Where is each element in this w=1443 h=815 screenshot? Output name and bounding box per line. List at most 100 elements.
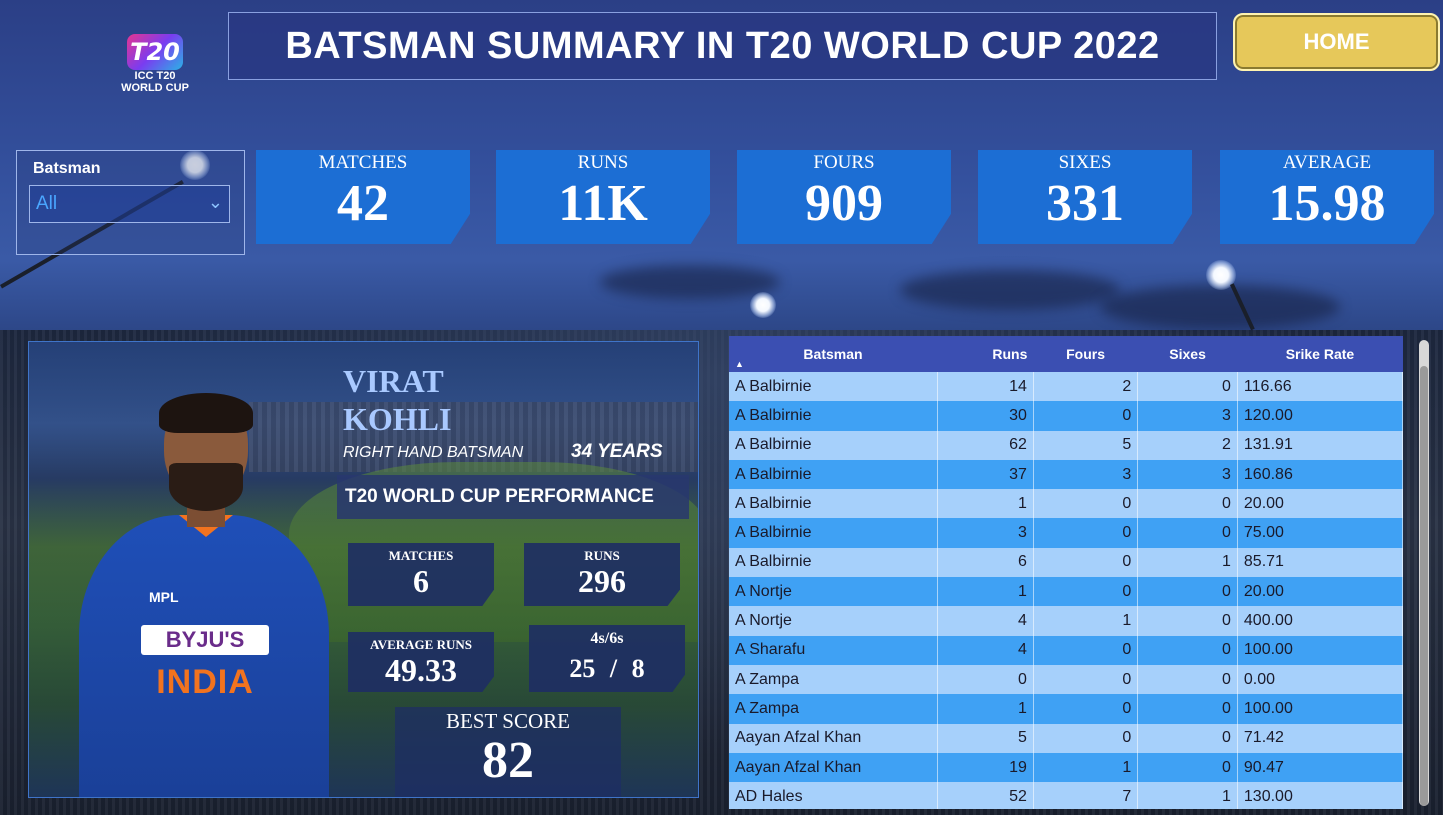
card-value: 6 bbox=[413, 563, 429, 599]
table-row[interactable]: A Balbirnie 37 3 3 160.86 bbox=[729, 459, 1403, 490]
player-role: RIGHT HAND BATSMAN bbox=[343, 444, 524, 461]
cell-sixes: 0 bbox=[1137, 723, 1238, 753]
table-row[interactable]: A Balbirnie 14 2 0 116.66 bbox=[729, 372, 1403, 402]
cell-sixes: 0 bbox=[1137, 577, 1238, 607]
col-header-sixes[interactable]: Sixes bbox=[1137, 336, 1238, 372]
table-row[interactable]: A Zampa 0 0 0 0.00 bbox=[729, 664, 1403, 695]
table-row[interactable]: A Nortje 4 1 0 400.00 bbox=[729, 606, 1403, 636]
card-value: 82 bbox=[482, 732, 534, 789]
cell-fours: 0 bbox=[1033, 401, 1139, 431]
cell-sixes: 0 bbox=[1137, 694, 1238, 724]
cell-fours: 0 bbox=[1033, 489, 1139, 519]
cloud bbox=[600, 265, 780, 299]
kpi-fours: FOURS 909 bbox=[737, 150, 951, 244]
kpi-value: 909 bbox=[805, 175, 883, 232]
player-profile-panel: MPL BYJU'S INDIA VIRAT KOHLI RIGHT HAND … bbox=[28, 341, 699, 798]
kpi-sixes: SIXES 331 bbox=[978, 150, 1192, 244]
cell-strike-rate: 130.00 bbox=[1237, 782, 1403, 809]
cell-sixes: 2 bbox=[1137, 430, 1238, 460]
col-header-runs[interactable]: Runs bbox=[937, 336, 1034, 372]
cell-strike-rate: 131.91 bbox=[1237, 430, 1403, 460]
card-label: AVERAGE RUNS bbox=[370, 637, 472, 652]
kpi-label: RUNS bbox=[577, 152, 629, 173]
cell-strike-rate: 0.00 bbox=[1237, 664, 1403, 695]
card-label: MATCHES bbox=[388, 548, 454, 563]
cell-fours: 0 bbox=[1033, 635, 1139, 665]
performance-heading: T20 WORLD CUP PERFORMANCE bbox=[337, 475, 689, 519]
kpi-label: AVERAGE bbox=[1282, 152, 1372, 173]
card-label: 4s/6s bbox=[590, 630, 624, 647]
table-row[interactable]: A Balbirnie 62 5 2 131.91 bbox=[729, 430, 1403, 460]
table-header-row: Batsman ▲ Runs Fours Sixes Srike Rate bbox=[729, 336, 1403, 372]
cell-fours: 0 bbox=[1033, 518, 1139, 548]
table-row[interactable]: A Balbirnie 30 0 3 120.00 bbox=[729, 401, 1403, 431]
table-row[interactable]: A Nortje 1 0 0 20.00 bbox=[729, 577, 1403, 607]
cell-runs: 52 bbox=[937, 782, 1034, 809]
card-label: RUNS bbox=[584, 548, 620, 563]
home-button[interactable]: HOME bbox=[1233, 13, 1440, 71]
cell-fours: 0 bbox=[1033, 694, 1139, 724]
col-header-strike-rate[interactable]: Srike Rate bbox=[1237, 336, 1403, 372]
cell-strike-rate: 71.42 bbox=[1237, 723, 1403, 753]
page-title: BATSMAN SUMMARY IN T20 WORLD CUP 2022 bbox=[285, 24, 1160, 67]
card-value: 49.33 bbox=[385, 652, 457, 688]
cell-strike-rate: 160.86 bbox=[1237, 459, 1403, 490]
fours-value: 25 bbox=[569, 654, 596, 683]
batsman-dropdown[interactable]: All ⌄ bbox=[29, 185, 230, 223]
jersey-sponsor: BYJU'S bbox=[141, 625, 269, 655]
cell-runs: 30 bbox=[937, 401, 1034, 431]
player-last-name: KOHLI bbox=[343, 401, 452, 437]
cell-runs: 62 bbox=[937, 430, 1034, 460]
cell-sixes: 0 bbox=[1137, 606, 1238, 636]
table-row[interactable]: A Balbirnie 6 0 1 85.71 bbox=[729, 547, 1403, 578]
cell-sixes: 0 bbox=[1137, 372, 1238, 402]
cell-runs: 4 bbox=[937, 635, 1034, 665]
cell-fours: 3 bbox=[1033, 459, 1139, 490]
cell-sixes: 0 bbox=[1137, 518, 1238, 548]
separator: / bbox=[609, 654, 618, 683]
cell-batsman: Aayan Afzal Khan bbox=[729, 723, 938, 753]
cell-sixes: 1 bbox=[1137, 782, 1238, 809]
cell-strike-rate: 400.00 bbox=[1237, 606, 1403, 636]
kpi-label: MATCHES bbox=[318, 152, 408, 173]
player-hair bbox=[159, 393, 253, 433]
table-row[interactable]: AD Hales 52 7 1 130.00 bbox=[729, 782, 1403, 809]
table-row[interactable]: A Sharafu 4 0 0 100.00 bbox=[729, 635, 1403, 665]
cell-batsman: A Nortje bbox=[729, 606, 938, 636]
batsman-slicer: Batsman All ⌄ bbox=[16, 150, 245, 255]
col-header-batsman[interactable]: Batsman ▲ bbox=[729, 336, 937, 372]
cell-sixes: 3 bbox=[1137, 401, 1238, 431]
cell-runs: 4 bbox=[937, 606, 1034, 636]
table-row[interactable]: Aayan Afzal Khan 5 0 0 71.42 bbox=[729, 723, 1403, 753]
table-row[interactable]: A Balbirnie 1 0 0 20.00 bbox=[729, 489, 1403, 519]
cell-sixes: 0 bbox=[1137, 752, 1238, 783]
player-matches-card: MATCHES 6 bbox=[348, 543, 494, 606]
cell-sixes: 3 bbox=[1137, 459, 1238, 490]
table-row[interactable]: A Zampa 1 0 0 100.00 bbox=[729, 694, 1403, 724]
cell-batsman: A Zampa bbox=[729, 694, 938, 724]
kpi-runs: RUNS 11K bbox=[496, 150, 710, 244]
kpi-label: FOURS bbox=[813, 152, 875, 173]
player-runs-card: RUNS 296 bbox=[524, 543, 680, 606]
logo-line-2: WORLD CUP bbox=[121, 82, 189, 94]
table-row[interactable]: A Balbirnie 3 0 0 75.00 bbox=[729, 518, 1403, 548]
card-value: 296 bbox=[578, 563, 626, 599]
cloud bbox=[900, 270, 1120, 310]
best-score-card: BEST SCORE 82 bbox=[395, 707, 621, 797]
cell-sixes: 0 bbox=[1137, 489, 1238, 519]
cell-runs: 1 bbox=[937, 489, 1034, 519]
card-value: 25 / 8 bbox=[529, 652, 685, 686]
table-row[interactable]: Aayan Afzal Khan 19 1 0 90.47 bbox=[729, 752, 1403, 783]
chevron-down-icon: ⌄ bbox=[207, 192, 223, 212]
player-photo: MPL BYJU'S INDIA bbox=[79, 393, 329, 797]
col-header-fours[interactable]: Fours bbox=[1033, 336, 1138, 372]
cell-fours: 0 bbox=[1033, 723, 1139, 753]
cell-batsman: A Balbirnie bbox=[729, 489, 938, 519]
scrollbar-thumb[interactable] bbox=[1420, 366, 1428, 806]
table-scrollbar[interactable] bbox=[1419, 340, 1429, 806]
kpi-label: SIXES bbox=[1058, 152, 1112, 173]
kpi-matches: MATCHES 42 bbox=[256, 150, 470, 244]
cell-fours: 1 bbox=[1033, 606, 1139, 636]
dropdown-value: All bbox=[36, 193, 58, 214]
cell-batsman: A Nortje bbox=[729, 577, 938, 607]
